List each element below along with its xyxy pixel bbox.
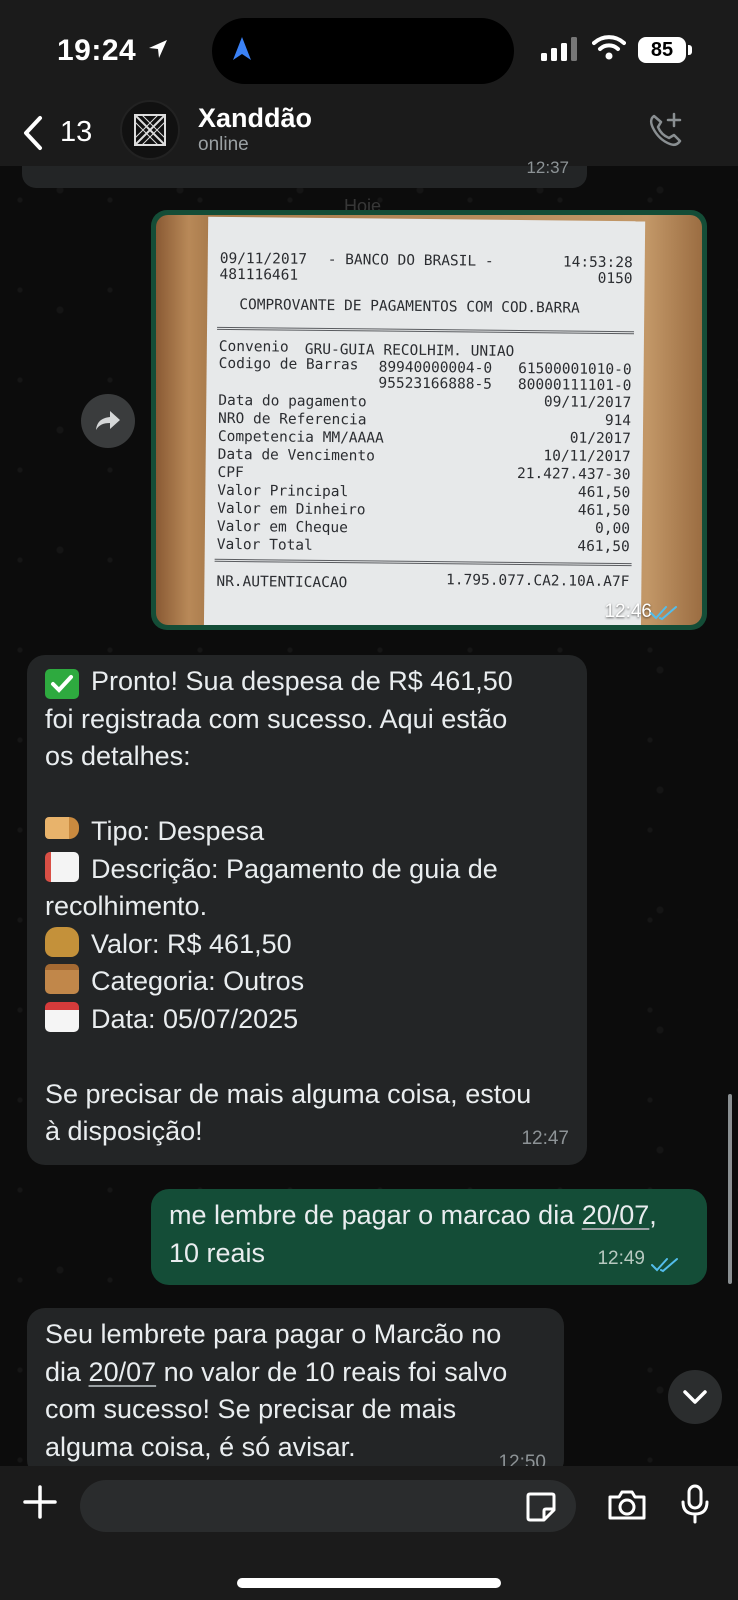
receipt-row-value: 09/11/2017 xyxy=(543,394,632,412)
message-line: dia 20/07 no valor de 10 reais foi salvo xyxy=(45,1356,508,1387)
back-chevron-icon[interactable] xyxy=(20,114,46,152)
plus-icon[interactable] xyxy=(22,1484,58,1520)
battery-tip xyxy=(688,45,692,55)
add-call-icon[interactable] xyxy=(646,110,686,150)
receipt-barcode-2b: 80000111101-0 xyxy=(517,376,632,395)
receipt-separator xyxy=(214,558,632,567)
scrollbar[interactable] xyxy=(728,1094,732,1284)
incoming-message-bubble[interactable]: Seu lembrete para pagar o Marcão no dia … xyxy=(27,1308,564,1478)
receipt-id: 481116461 xyxy=(219,266,299,284)
package-box-emoji-icon xyxy=(45,964,79,994)
forward-arrow-icon xyxy=(96,411,120,430)
cellular-signal-icon xyxy=(541,37,577,61)
receipt-photo[interactable]: 09/11/2017 - BANCO DO BRASIL - 14:53:28 … xyxy=(156,215,702,625)
receipt-row-value: 461,50 xyxy=(577,538,630,556)
outgoing-message-bubble[interactable]: me lembre de pagar o marcao dia 20/07, 1… xyxy=(151,1189,707,1285)
receipt-row-value: 914 xyxy=(604,412,632,430)
receipt-row-label: Valor Total xyxy=(216,536,313,554)
chevron-down-icon xyxy=(683,1390,707,1404)
money-bag-emoji-icon xyxy=(45,926,79,957)
message-line: Se precisar de mais alguma coisa, estou xyxy=(45,1078,532,1109)
sticker-icon[interactable] xyxy=(524,1490,558,1524)
forward-button[interactable] xyxy=(81,394,135,448)
avatar-logo-icon xyxy=(134,114,166,146)
read-ticks-icon xyxy=(651,1258,678,1273)
read-ticks-icon xyxy=(650,606,677,621)
message-time: 12:37 xyxy=(526,158,569,177)
receipt-title: COMPROVANTE DE PAGAMENTOS COM COD.BARRA xyxy=(239,297,580,317)
receipt-row-value: 461,50 xyxy=(577,502,631,520)
message-line: os detalhes: xyxy=(45,741,191,771)
label-tag-emoji-icon xyxy=(45,817,79,839)
memo-emoji-icon xyxy=(45,851,79,882)
message-line: recolhimento. xyxy=(45,891,208,921)
receipt-paper: 09/11/2017 - BANCO DO BRASIL - 14:53:28 … xyxy=(203,216,646,625)
contact-status: online xyxy=(198,134,249,155)
message-line: Categoria: Outros xyxy=(45,963,569,1001)
calendar-emoji-icon xyxy=(45,1001,79,1032)
receipt-row-value: 01/2017 xyxy=(569,430,631,448)
unread-count[interactable]: 13 xyxy=(60,116,92,149)
date-link[interactable]: 20/07 xyxy=(582,1200,650,1230)
receipt-separator xyxy=(217,326,635,335)
receipt-code: 0150 xyxy=(597,270,633,288)
message-line: foi registrada com sucesso. Aqui estão xyxy=(45,703,508,734)
receipt-rows: Data do pagamento 09/11/2017 NRO de Refere… xyxy=(208,217,645,555)
home-indicator xyxy=(237,1578,501,1588)
battery-level: 85 xyxy=(638,37,686,63)
chat-header: 13 Xanddão online xyxy=(0,100,738,166)
receipt-hour: 14:53:28 xyxy=(562,254,633,272)
message-line: Seu lembrete para pagar o Marcão no xyxy=(45,1319,502,1349)
message-time: 12:49 xyxy=(597,1247,645,1269)
camera-icon[interactable] xyxy=(606,1488,648,1522)
status-bar: 19:24 85 xyxy=(0,0,738,100)
message-line: Tipo: Despesa xyxy=(45,813,569,851)
contact-name[interactable]: Xanddão xyxy=(198,103,312,134)
message-line: Pronto! Sua despesa de R$ 461,50 xyxy=(45,663,569,701)
message-line: Valor: R$ 461,50 xyxy=(45,926,569,964)
receipt-row-value: 461,50 xyxy=(577,484,631,502)
message-time: 12:47 xyxy=(521,1127,569,1149)
message-line: à disposição! xyxy=(45,1116,203,1146)
message-line: Data: 05/07/2025 xyxy=(45,1001,569,1039)
dynamic-island xyxy=(212,18,514,84)
receipt-auth-value: 1.795.077.CA2.10A.A7F xyxy=(446,572,630,591)
date-link[interactable]: 20/07 xyxy=(89,1357,157,1387)
status-time: 19:24 xyxy=(57,34,137,67)
message-line: me lembre de pagar o marcao dia 20/07, xyxy=(169,1200,657,1230)
scroll-to-bottom-button[interactable] xyxy=(668,1370,722,1424)
microphone-icon[interactable] xyxy=(680,1484,710,1524)
message-line: Descrição: Pagamento de guia de xyxy=(45,851,569,889)
message-line: com sucesso! Se precisar de mais xyxy=(45,1394,457,1424)
previous-message-bubble[interactable]: 12:37 xyxy=(22,158,587,188)
message-input[interactable] xyxy=(80,1480,576,1532)
wifi-icon xyxy=(592,35,626,60)
receipt-row-value: 10/11/2017 xyxy=(543,448,631,466)
location-arrow-icon xyxy=(149,40,167,58)
receipt-row-value: 0,00 xyxy=(594,520,631,538)
navigation-app-icon xyxy=(233,37,251,60)
incoming-message-bubble[interactable]: Pronto! Sua despesa de R$ 461,50 foi reg… xyxy=(27,655,587,1165)
message-time: 12:46 xyxy=(604,601,652,622)
receipt-row-value: 21.427.437-30 xyxy=(516,465,631,484)
message-line: alguma coisa, é só avisar. xyxy=(45,1431,356,1462)
check-mark-emoji-icon xyxy=(45,669,79,699)
composer-bar xyxy=(0,1466,738,1600)
avatar[interactable] xyxy=(120,100,180,160)
image-message-bubble[interactable]: 09/11/2017 - BANCO DO BRASIL - 14:53:28 … xyxy=(151,210,707,630)
